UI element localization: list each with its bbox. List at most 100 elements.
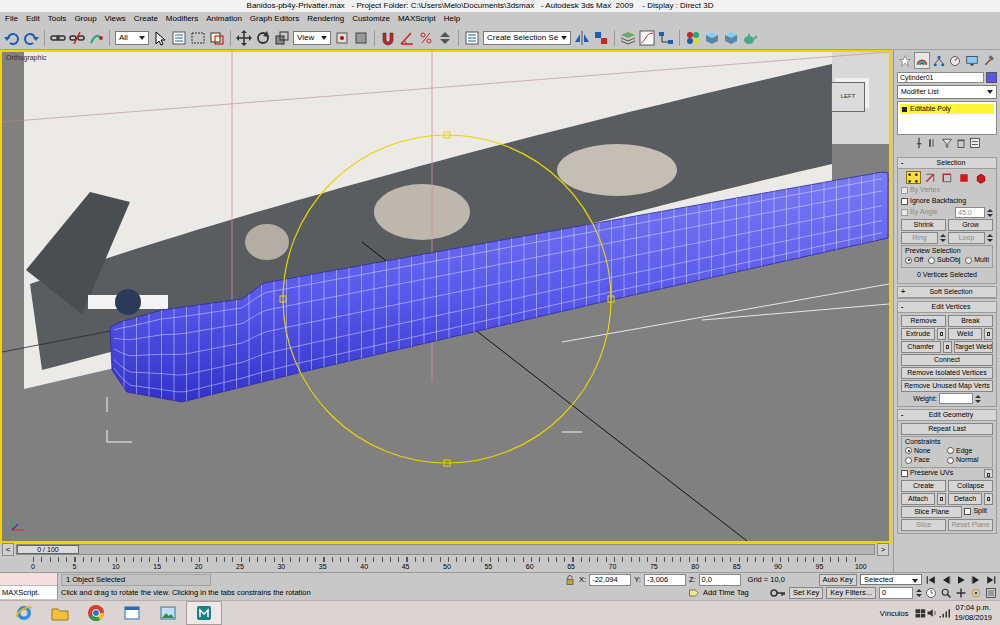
orbit-icon[interactable]	[970, 587, 982, 599]
settings-icon[interactable]	[937, 493, 946, 505]
command-tab[interactable]	[947, 52, 963, 69]
motion-icon[interactable]	[949, 55, 961, 67]
win-icon[interactable]	[209, 30, 225, 46]
menu-item[interactable]: Rendering	[303, 12, 348, 26]
panel-button[interactable]: Break	[948, 315, 993, 327]
stack-item[interactable]: Editable Poly	[900, 104, 994, 114]
panel-button[interactable]: Collapse	[948, 480, 993, 492]
poly-icon[interactable]	[958, 172, 970, 184]
selection-filter-dropdown[interactable]: All	[115, 31, 149, 45]
time-tag-icon[interactable]	[688, 587, 700, 599]
config-icon[interactable]	[969, 137, 981, 149]
track-bar[interactable]: 0510152025303540455055606570758085909510…	[0, 556, 891, 572]
auto-key-button[interactable]: Auto Key	[819, 574, 857, 586]
checkbox[interactable]	[964, 508, 971, 515]
spinner-icon[interactable]	[975, 394, 981, 404]
modify-icon[interactable]	[916, 55, 928, 67]
viewport-label[interactable]: Orthographic	[6, 54, 46, 62]
menu-item[interactable]: Create	[130, 12, 162, 26]
rollout-header[interactable]: -Edit Geometry	[898, 410, 996, 421]
elem-icon[interactable]	[975, 172, 987, 184]
menu-item[interactable]: Customize	[348, 12, 394, 26]
maxvp-icon[interactable]	[985, 587, 997, 599]
flag-icon[interactable]	[914, 607, 926, 619]
clock-icon[interactable]	[925, 587, 937, 599]
radio-button[interactable]	[965, 257, 972, 264]
rect-icon[interactable]	[190, 30, 206, 46]
spinner-icon[interactable]	[940, 233, 946, 243]
menu-item[interactable]: Graph Editors	[246, 12, 303, 26]
panel-button[interactable]: Connect	[901, 354, 993, 366]
frame-field[interactable]: 0	[879, 587, 913, 599]
add-time-tag[interactable]: Add Time Tag	[703, 588, 767, 597]
settings-icon[interactable]	[984, 493, 993, 505]
menu-item[interactable]: Modifiers	[162, 12, 202, 26]
key-filters-button[interactable]: Key Filters...	[826, 587, 876, 599]
taskbar-app[interactable]	[150, 601, 186, 625]
edge-icon[interactable]	[924, 172, 936, 184]
list-icon[interactable]	[464, 30, 480, 46]
border-icon[interactable]	[941, 172, 953, 184]
rollout-header[interactable]: -Edit Vertices	[898, 302, 996, 313]
panel-button[interactable]: Remove	[901, 315, 946, 327]
radio-button[interactable]	[947, 447, 954, 454]
redo-icon[interactable]	[23, 30, 39, 46]
reference-coordinate-dropdown[interactable]: View	[293, 31, 331, 45]
rollout-header[interactable]: +Soft Selection	[898, 287, 996, 298]
clock[interactable]: 07:04 p.m.19/08/2019	[950, 603, 996, 623]
radio-button[interactable]	[928, 257, 935, 264]
coord-field[interactable]: -3,006	[644, 574, 686, 586]
scene-canvas[interactable]	[2, 52, 889, 541]
maxscript-listener[interactable]: MAXScript.	[0, 573, 58, 600]
time-slider[interactable]: <0 / 100>	[0, 543, 891, 556]
menu-item[interactable]: File	[1, 12, 22, 26]
link-icon[interactable]	[50, 30, 66, 46]
arrow-icon[interactable]	[152, 30, 168, 46]
key-icon[interactable]	[770, 585, 786, 601]
checkbox[interactable]	[901, 470, 908, 477]
menu-item[interactable]: Tools	[44, 12, 71, 26]
subobject-level[interactable]	[923, 171, 938, 184]
radio-button[interactable]	[905, 447, 912, 454]
bind-icon[interactable]	[88, 30, 104, 46]
object-color-swatch[interactable]	[986, 72, 997, 83]
taskbar-app[interactable]	[6, 601, 42, 625]
taskbar-app[interactable]	[42, 601, 78, 625]
taskbar-app[interactable]	[186, 601, 222, 625]
panel-button[interactable]: Grow	[948, 219, 993, 231]
command-tab[interactable]	[964, 52, 980, 69]
radio-button[interactable]	[905, 257, 912, 264]
repeat-last-button[interactable]: Repeat Last	[901, 423, 993, 435]
time-slider-track[interactable]: 0 / 100	[16, 544, 875, 555]
trash-icon[interactable]	[955, 137, 967, 149]
subobject-level[interactable]	[974, 171, 989, 184]
spinner-icon[interactable]	[916, 588, 922, 598]
layers-icon[interactable]	[620, 30, 636, 46]
spin-icon[interactable]	[437, 30, 453, 46]
command-tab[interactable]	[897, 52, 913, 69]
command-tab[interactable]	[981, 52, 997, 69]
rollout-toggle[interactable]: -	[901, 302, 909, 312]
coord-field[interactable]: 0,0	[699, 574, 741, 586]
preview-option[interactable]: Multi	[965, 256, 989, 264]
preview-option[interactable]: Off	[905, 256, 923, 264]
settings-icon[interactable]	[984, 328, 993, 340]
menu-item[interactable]: Group	[70, 12, 100, 26]
render-icon[interactable]	[723, 30, 739, 46]
preview-option[interactable]: SubObj	[928, 256, 960, 264]
rollout-header[interactable]: -Selection	[898, 158, 996, 169]
util-icon[interactable]	[983, 55, 995, 67]
listener-input[interactable]	[0, 573, 57, 586]
slice-plane-button[interactable]: Slice Plane	[901, 506, 962, 518]
panel-button[interactable]: Remove Unused Map Verts	[901, 380, 993, 392]
command-tab[interactable]	[914, 52, 930, 69]
panel-button[interactable]: Slice	[901, 519, 946, 531]
align-icon[interactable]	[593, 30, 609, 46]
weight-field[interactable]	[939, 393, 973, 404]
curve-icon[interactable]	[639, 30, 655, 46]
rollout-toggle[interactable]: +	[901, 287, 909, 297]
bar-icon[interactable]	[927, 137, 939, 149]
menu-item[interactable]: Views	[101, 12, 130, 26]
constraint-option[interactable]: Face	[905, 456, 947, 464]
net-icon[interactable]	[938, 607, 950, 619]
